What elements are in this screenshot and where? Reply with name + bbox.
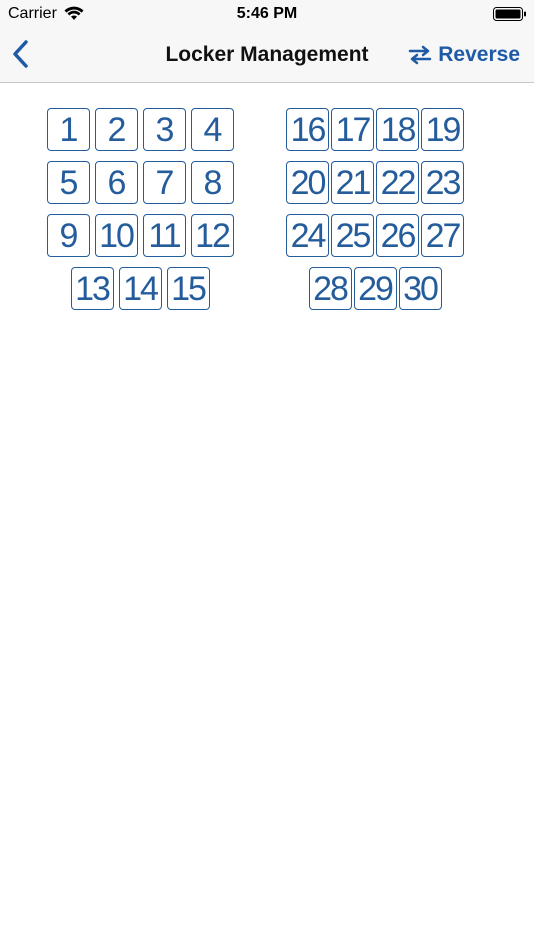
locker-button[interactable]: 12 [190, 214, 234, 257]
locker-button[interactable]: 20 [286, 161, 329, 204]
locker-row: 28 29 30 [275, 267, 475, 312]
locker-grid-left: 1 2 3 4 5 6 7 8 9 10 11 12 13 14 15 [40, 108, 240, 320]
locker-row: 16 17 18 19 [275, 108, 475, 153]
navigation-bar: Locker Management Reverse [0, 28, 534, 83]
locker-button[interactable]: 28 [308, 267, 352, 310]
locker-button[interactable]: 29 [353, 267, 397, 310]
swap-arrows-icon [409, 45, 432, 65]
locker-button[interactable]: 10 [94, 214, 138, 257]
locker-button[interactable]: 8 [190, 161, 234, 204]
locker-button[interactable]: 11 [142, 214, 186, 257]
locker-button[interactable]: 15 [166, 267, 210, 310]
locker-button[interactable]: 3 [142, 108, 186, 151]
locker-button[interactable]: 6 [94, 161, 138, 204]
locker-button[interactable]: 16 [286, 108, 329, 151]
locker-button[interactable]: 30 [398, 267, 442, 310]
locker-row: 5 6 7 8 [40, 161, 240, 206]
locker-button[interactable]: 26 [376, 214, 419, 257]
locker-row: 1 2 3 4 [40, 108, 240, 153]
locker-row: 24 25 26 27 [275, 214, 475, 259]
reverse-label: Reverse [438, 43, 520, 66]
status-bar: Carrier 5:46 PM [0, 0, 534, 28]
locker-button[interactable]: 5 [46, 161, 90, 204]
locker-button[interactable]: 9 [46, 214, 90, 257]
locker-grid-right: 16 17 18 19 20 21 22 23 24 25 26 27 28 2… [275, 108, 475, 320]
locker-button[interactable]: 21 [331, 161, 374, 204]
locker-row: 9 10 11 12 [40, 214, 240, 259]
locker-button[interactable]: 2 [94, 108, 138, 151]
locker-button[interactable]: 17 [331, 108, 374, 151]
locker-button[interactable]: 23 [421, 161, 464, 204]
status-time: 5:46 PM [236, 5, 298, 22]
locker-row: 20 21 22 23 [275, 161, 475, 206]
battery-icon [493, 7, 526, 21]
locker-button[interactable]: 18 [376, 108, 419, 151]
locker-row: 13 14 15 [40, 267, 240, 312]
locker-button[interactable]: 7 [142, 161, 186, 204]
locker-button[interactable]: 1 [46, 108, 90, 151]
locker-button[interactable]: 19 [421, 108, 464, 151]
locker-button[interactable]: 22 [376, 161, 419, 204]
locker-button[interactable]: 4 [190, 108, 234, 151]
locker-button[interactable]: 24 [286, 214, 329, 257]
locker-button[interactable]: 25 [331, 214, 374, 257]
locker-button[interactable]: 13 [70, 267, 114, 310]
reverse-button[interactable]: Reverse [408, 41, 520, 69]
locker-button[interactable]: 27 [421, 214, 464, 257]
locker-button[interactable]: 14 [118, 267, 162, 310]
